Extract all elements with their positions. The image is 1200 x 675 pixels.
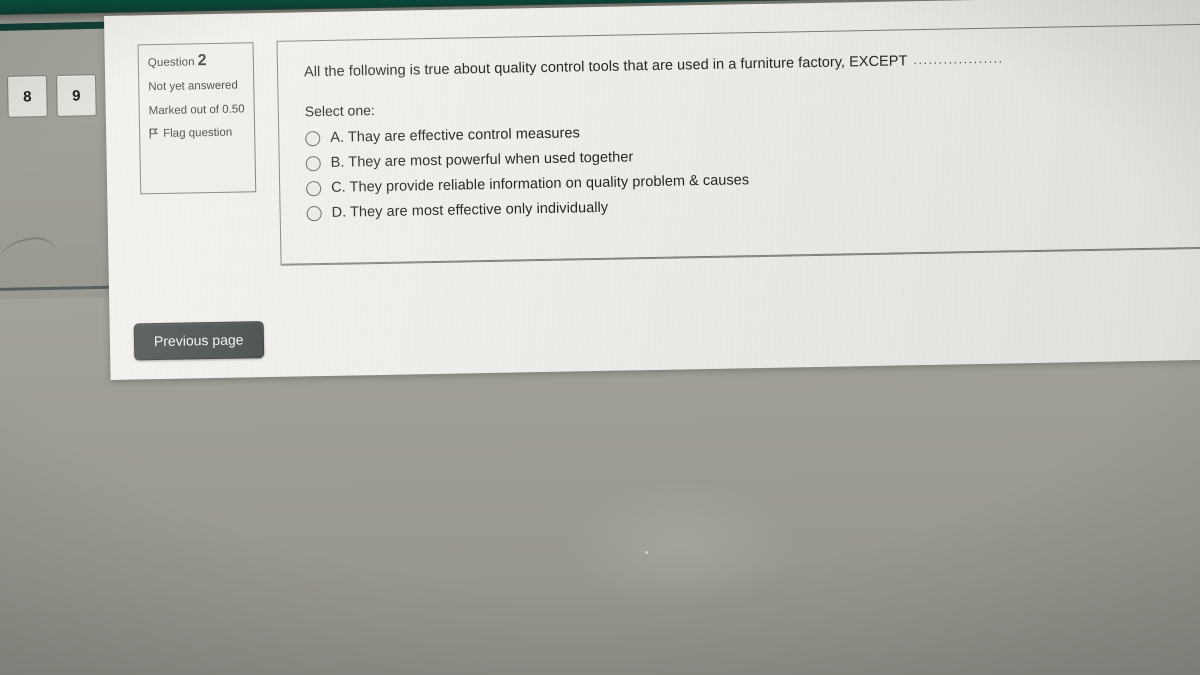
question-status: Not yet answered (148, 79, 238, 94)
quiz-page: Question 2 Not yet answered Marked out of… (104, 0, 1200, 380)
radio-button-d[interactable] (306, 205, 322, 221)
qnav-item-label: 8 (23, 87, 32, 106)
question-content-card: All the following is true about quality … (276, 22, 1200, 265)
question-marks: Marked out of 0.50 (148, 103, 245, 117)
question-number: 2 (197, 52, 207, 70)
qnav-item-label: 9 (72, 86, 81, 105)
option-c-label: C. They provide reliable information on … (331, 172, 750, 196)
select-one-prompt: Select one: (304, 102, 375, 120)
qnav-item-9[interactable]: 9 (55, 74, 97, 117)
flag-question-label: Flag question (163, 127, 233, 141)
blank-dots: .................. (913, 50, 1004, 68)
radio-button-b[interactable] (305, 155, 321, 171)
dust-speck (645, 551, 648, 554)
question-navigation: 8 9 (0, 74, 97, 118)
option-a-label: A. Thay are effective control measures (330, 125, 580, 146)
option-d-label: D. They are most effective only individu… (331, 199, 609, 221)
previous-page-button[interactable]: Previous page (133, 321, 264, 361)
question-label: Question (147, 56, 195, 70)
radio-button-c[interactable] (306, 180, 322, 196)
option-b-label: B. They are most powerful when used toge… (330, 149, 634, 171)
radio-button-a[interactable] (305, 130, 321, 146)
question-text-row: All the following is true about quality … (304, 46, 1200, 81)
question-info-box: Question 2 Not yet answered Marked out of… (137, 42, 257, 195)
question-info-title: Question 2 (148, 51, 244, 71)
qnav-item-8[interactable]: 8 (6, 75, 48, 118)
answer-options: A. Thay are effective control measures B… (305, 113, 1200, 222)
question-text: All the following is true about quality … (303, 53, 908, 81)
flag-icon (149, 128, 158, 140)
screenshot-root: 8 9 Question 2 Not yet answered Marked ou… (0, 0, 1200, 675)
flag-question-button[interactable]: Flag question (149, 126, 245, 142)
